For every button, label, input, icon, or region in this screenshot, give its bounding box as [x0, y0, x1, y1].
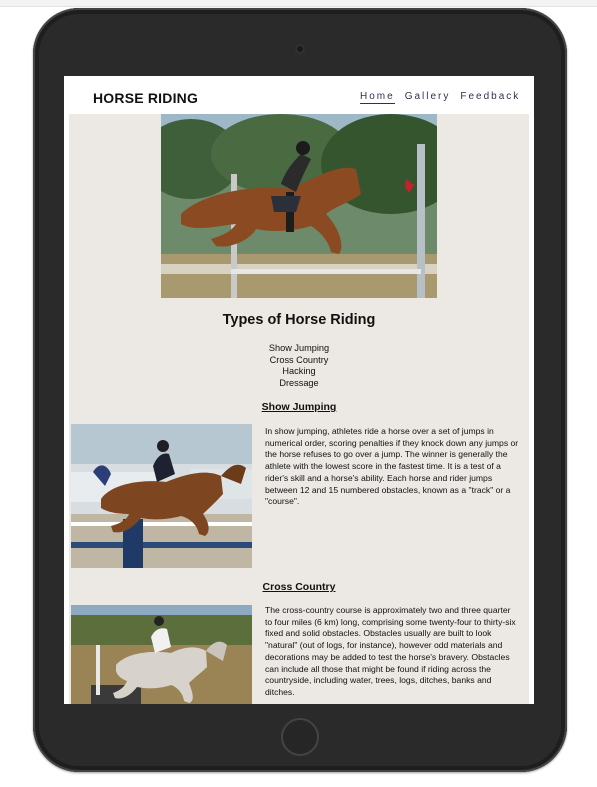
nav-link-home[interactable]: Home	[360, 91, 395, 104]
browser-top-edge	[0, 0, 597, 7]
show-jumping-photo	[71, 424, 252, 568]
site-header: HORSE RIDING Home Gallery Feedback	[64, 76, 534, 114]
list-item: Cross Country	[269, 354, 329, 365]
page-heading: Types of Horse Riding	[222, 312, 376, 328]
home-button[interactable]	[281, 718, 319, 756]
main-nav: Home Gallery Feedback	[360, 91, 520, 104]
section-title-show-jumping: Show Jumping	[261, 401, 337, 413]
nav-link-feedback[interactable]: Feedback	[460, 91, 520, 104]
list-item: Dressage	[279, 377, 319, 388]
camera-icon	[295, 44, 305, 54]
site-logo[interactable]: HORSE RIDING	[93, 90, 198, 106]
nav-link-gallery[interactable]: Gallery	[405, 91, 451, 104]
list-item: Show Jumping	[268, 343, 330, 353]
tablet-device-frame: HORSE RIDING Home Gallery Feedback Types…	[33, 8, 567, 772]
list-item: Hacking	[282, 366, 316, 376]
cross-country-description: The cross-country course is approximatel…	[265, 605, 516, 697]
main-content: Types of Horse Riding Show Jumping Cross…	[69, 114, 529, 704]
tablet-screen: HORSE RIDING Home Gallery Feedback Types…	[64, 76, 534, 704]
hero-image-show-jumping	[161, 114, 437, 298]
section-title-cross-country: Cross Country	[262, 581, 336, 593]
show-jumping-description: In show jumping, athletes ride a horse o…	[265, 426, 519, 507]
cross-country-photo	[71, 605, 252, 704]
riding-types-list: Show Jumping Cross Country Hacking Dress…	[69, 343, 529, 389]
